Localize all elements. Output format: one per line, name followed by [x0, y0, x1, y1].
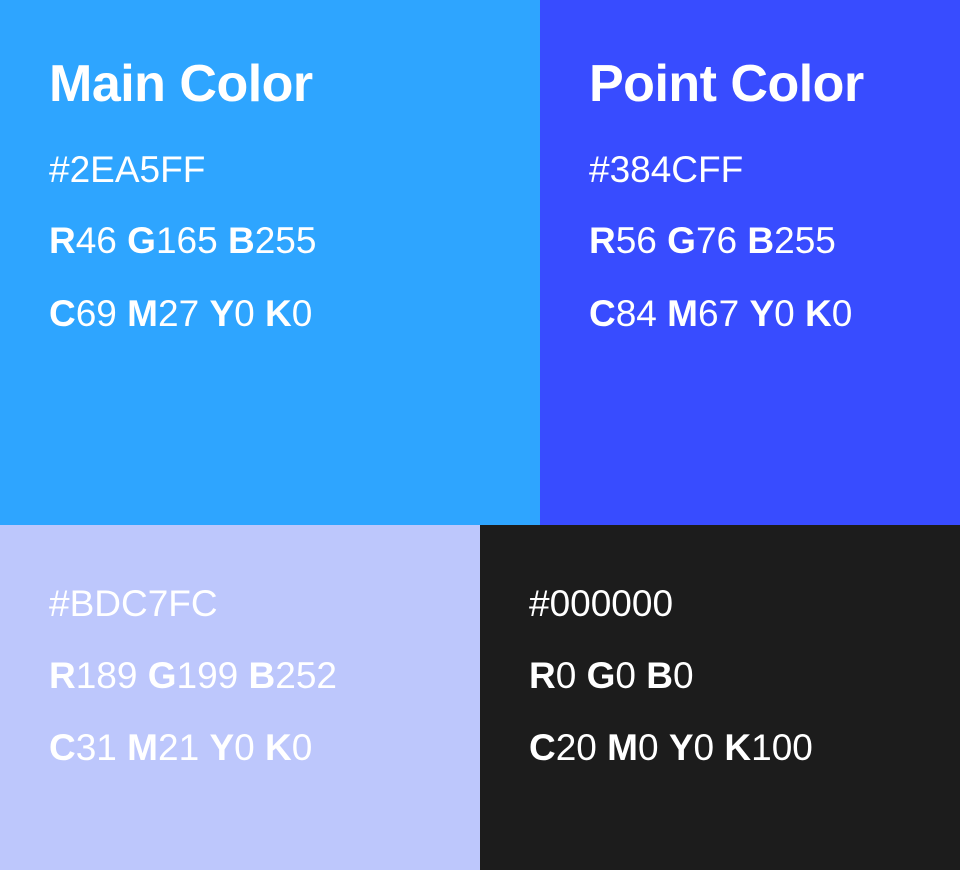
k-label: K [264, 293, 292, 334]
g-value: 165 [155, 220, 218, 261]
hex-value: #000000 [529, 583, 674, 624]
y-label: Y [209, 293, 235, 334]
color-palette: Main Color #2EA5FF R46 G165 B255 C69 M27… [0, 0, 960, 870]
m-value: 27 [158, 293, 200, 334]
b-value: 0 [672, 655, 694, 696]
y-value: 0 [234, 727, 255, 768]
c-value: 31 [75, 727, 117, 768]
b-value: 255 [774, 220, 836, 261]
c-value: 69 [75, 293, 117, 334]
k-value: 0 [291, 727, 313, 768]
g-label: G [147, 655, 177, 696]
k-value: 0 [291, 293, 313, 334]
k-label: K [264, 727, 292, 768]
k-label: K [804, 293, 832, 334]
k-value: 0 [831, 293, 853, 334]
r-label: R [589, 220, 616, 261]
c-label: C [589, 293, 616, 334]
point-color-swatch: Point Color #384CFF R56 G76 B255 C84 M67… [540, 0, 960, 525]
m-label: M [127, 293, 158, 334]
r-value: 189 [75, 655, 138, 696]
rgb-values: R189 G199 B252 [49, 657, 337, 694]
cmyk-values: C20 M0 Y0 K100 [529, 729, 813, 766]
r-label: R [49, 220, 76, 261]
cmyk-values: C31 M21 Y0 K0 [49, 729, 312, 766]
b-label: B [248, 655, 276, 696]
black-color-swatch: #000000 R0 G0 B0 C20 M0 Y0 K100 [480, 525, 960, 870]
swatch-title: Point Color [589, 55, 864, 113]
g-label: G [667, 220, 696, 261]
g-label: G [586, 655, 616, 696]
rgb-values: R46 G165 B255 [49, 222, 316, 259]
c-label: C [49, 727, 76, 768]
g-value: 0 [615, 655, 636, 696]
c-value: 20 [555, 727, 597, 768]
main-color-swatch: Main Color #2EA5FF R46 G165 B255 C69 M27… [0, 0, 540, 525]
y-value: 0 [774, 293, 795, 334]
g-value: 76 [695, 220, 738, 261]
r-value: 56 [615, 220, 657, 261]
g-label: G [127, 220, 156, 261]
c-value: 84 [615, 293, 657, 334]
m-label: M [127, 727, 158, 768]
light-color-swatch: #BDC7FC R189 G199 B252 C31 M21 Y0 K0 [0, 525, 480, 870]
hex-value: #384CFF [589, 149, 744, 190]
hex-value: #BDC7FC [49, 583, 218, 624]
b-label: B [227, 220, 255, 261]
m-label: M [607, 727, 638, 768]
cmyk-values: C69 M27 Y0 K0 [49, 295, 312, 332]
m-value: 0 [638, 727, 659, 768]
y-value: 0 [693, 727, 715, 768]
k-label: K [724, 727, 752, 768]
r-value: 46 [75, 220, 117, 261]
c-label: C [49, 293, 76, 334]
m-value: 21 [158, 727, 200, 768]
k-value: 100 [751, 727, 813, 768]
swatch-title: Main Color [49, 55, 313, 113]
y-value: 0 [234, 293, 255, 334]
b-value: 255 [254, 220, 317, 261]
g-value: 199 [176, 655, 239, 696]
r-label: R [529, 655, 556, 696]
y-label: Y [749, 293, 775, 334]
r-value: 0 [555, 655, 577, 696]
m-label: M [667, 293, 698, 334]
r-label: R [49, 655, 76, 696]
c-label: C [529, 727, 556, 768]
b-value: 252 [275, 655, 338, 696]
y-label: Y [668, 727, 694, 768]
cmyk-values: C84 M67 Y0 K0 [589, 295, 852, 332]
m-value: 67 [698, 293, 740, 334]
rgb-values: R56 G76 B255 [589, 222, 836, 259]
b-label: B [747, 220, 775, 261]
hex-value: #2EA5FF [49, 149, 206, 190]
y-label: Y [209, 727, 235, 768]
rgb-values: R0 G0 B0 [529, 657, 694, 694]
b-label: B [646, 655, 673, 696]
